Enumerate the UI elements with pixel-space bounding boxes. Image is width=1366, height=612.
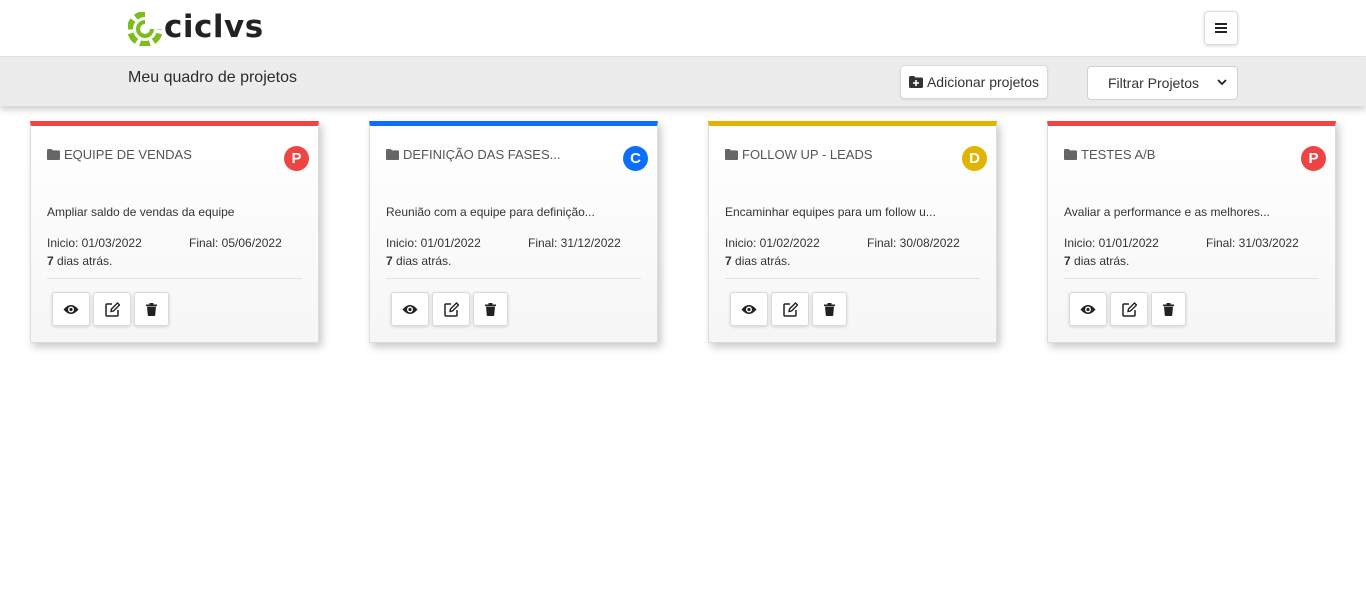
folder-icon <box>47 149 60 160</box>
filter-projects-select[interactable]: Filtrar Projetos <box>1087 66 1238 100</box>
priority-badge: P <box>284 146 309 171</box>
project-title: EQUIPE DE VENDAS <box>64 147 192 162</box>
eye-icon <box>63 304 79 314</box>
elapsed-days: 7 <box>1064 254 1071 268</box>
eye-icon <box>1080 304 1096 314</box>
end-date: Final: 31/03/2022 <box>1206 236 1299 250</box>
start-date: Inicio: 01/02/2022 <box>725 236 820 250</box>
project-title: DEFINIÇÃO DAS FASES... <box>403 147 561 162</box>
elapsed-label: dias atrás. <box>1070 254 1130 268</box>
trash-icon <box>146 302 157 316</box>
view-button[interactable] <box>730 292 768 326</box>
project-title-row: TESTES A/B <box>1064 147 1155 162</box>
project-card[interactable]: EQUIPE DE VENDAS P Ampliar saldo de vend… <box>30 121 319 343</box>
start-date: Inicio: 01/03/2022 <box>47 236 142 250</box>
delete-button[interactable] <box>812 292 847 326</box>
end-date: Final: 05/06/2022 <box>189 236 282 250</box>
view-button[interactable] <box>52 292 90 326</box>
brand-name: ciclvs <box>164 8 264 45</box>
eye-icon <box>402 304 418 314</box>
project-title: FOLLOW UP - LEADS <box>742 147 873 162</box>
project-card[interactable]: TESTES A/B P Avaliar a performance e as … <box>1047 121 1336 343</box>
card-actions <box>391 292 511 326</box>
hamburger-icon <box>1215 23 1227 33</box>
edit-icon <box>782 301 798 317</box>
project-description: Ampliar saldo de vendas da equipe <box>47 205 235 219</box>
start-date: Inicio: 01/01/2022 <box>386 236 481 250</box>
project-description: Avaliar a performance e as melhores... <box>1064 205 1270 219</box>
trash-icon <box>1163 302 1174 316</box>
priority-badge: D <box>962 146 987 171</box>
card-actions <box>1069 292 1189 326</box>
project-description: Reunião com a equipe para definição... <box>386 205 595 219</box>
elapsed-days: 7 <box>725 254 732 268</box>
elapsed-time: 7 dias atrás. <box>725 254 790 268</box>
card-actions <box>52 292 172 326</box>
elapsed-time: 7 dias atrás. <box>1064 254 1129 268</box>
filter-selected-value: Filtrar Projetos <box>1108 75 1200 91</box>
brand-logo[interactable]: ciclvs <box>128 11 264 47</box>
project-card[interactable]: FOLLOW UP - LEADS D Encaminhar equipes p… <box>708 121 997 343</box>
chevron-down-icon <box>1217 79 1227 86</box>
edit-icon <box>1121 301 1137 317</box>
edit-button[interactable] <box>1110 292 1148 326</box>
logo-ring-icon <box>128 12 162 46</box>
page-title: Meu quadro de projetos <box>128 69 297 86</box>
project-title-row: EQUIPE DE VENDAS <box>47 147 192 162</box>
project-title-row: FOLLOW UP - LEADS <box>725 147 873 162</box>
card-actions <box>730 292 850 326</box>
edit-button[interactable] <box>93 292 131 326</box>
elapsed-days: 7 <box>386 254 393 268</box>
trash-icon <box>824 302 835 316</box>
priority-badge: C <box>623 146 648 171</box>
divider <box>47 278 302 279</box>
eye-icon <box>741 304 757 314</box>
edit-button[interactable] <box>432 292 470 326</box>
folder-icon <box>1064 149 1077 160</box>
view-button[interactable] <box>391 292 429 326</box>
end-date: Final: 31/12/2022 <box>528 236 621 250</box>
elapsed-days: 7 <box>47 254 54 268</box>
elapsed-time: 7 dias atrás. <box>386 254 451 268</box>
folder-icon <box>386 149 399 160</box>
project-title: TESTES A/B <box>1081 147 1156 162</box>
divider <box>386 278 641 279</box>
project-title-row: DEFINIÇÃO DAS FASES... <box>386 147 560 162</box>
delete-button[interactable] <box>1151 292 1186 326</box>
divider <box>1064 278 1319 279</box>
start-date: Inicio: 01/01/2022 <box>1064 236 1159 250</box>
project-description: Encaminhar equipes para um follow u... <box>725 205 936 219</box>
navbar: ciclvs <box>0 0 1366 57</box>
divider <box>725 278 980 279</box>
delete-button[interactable] <box>134 292 169 326</box>
toolbar: Meu quadro de projetos Adicionar projeto… <box>0 57 1366 106</box>
end-date: Final: 30/08/2022 <box>867 236 960 250</box>
add-project-button[interactable]: Adicionar projetos <box>900 65 1048 99</box>
edit-icon <box>443 301 459 317</box>
trash-icon <box>485 302 496 316</box>
elapsed-label: dias atrás. <box>392 254 452 268</box>
priority-badge: P <box>1301 146 1326 171</box>
view-button[interactable] <box>1069 292 1107 326</box>
folder-icon <box>725 149 738 160</box>
project-card[interactable]: DEFINIÇÃO DAS FASES... C Reunião com a e… <box>369 121 658 343</box>
delete-button[interactable] <box>473 292 508 326</box>
elapsed-time: 7 dias atrás. <box>47 254 112 268</box>
elapsed-label: dias atrás. <box>53 254 113 268</box>
add-project-label: Adicionar projetos <box>926 74 1040 90</box>
menu-toggle-button[interactable] <box>1204 11 1238 45</box>
edit-icon <box>104 301 120 317</box>
folder-plus-icon <box>908 76 923 88</box>
elapsed-label: dias atrás. <box>731 254 791 268</box>
edit-button[interactable] <box>771 292 809 326</box>
